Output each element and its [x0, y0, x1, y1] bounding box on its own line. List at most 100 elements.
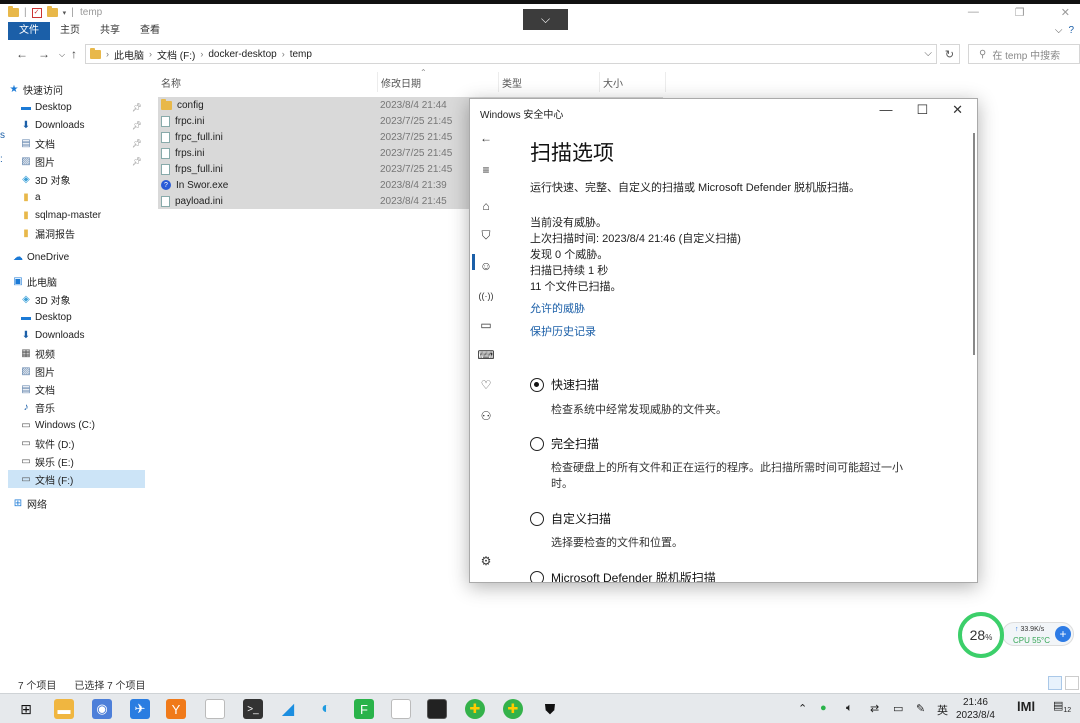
battery-icon[interactable]: ▭: [893, 702, 903, 715]
back-arrow-icon[interactable]: ←: [16, 47, 28, 61]
back-arrow-icon[interactable]: ←: [479, 131, 493, 145]
home-icon[interactable]: ⌂: [479, 199, 493, 213]
device-health-icon[interactable]: ♡: [479, 378, 493, 392]
forward-arrow-icon[interactable]: →: [38, 47, 50, 61]
file-explorer-icon[interactable]: ▬: [54, 699, 74, 719]
up-arrow-icon[interactable]: ↑: [71, 47, 77, 61]
nav-pc-item[interactable]: ⬇ Downloads: [8, 326, 145, 344]
app-bird-icon[interactable]: ✈: [130, 699, 150, 719]
column-header-date[interactable]: 修改日期: [378, 72, 499, 92]
column-header-type[interactable]: 类型: [499, 72, 600, 92]
tray-app-icon[interactable]: ●: [820, 702, 827, 714]
app-sail-icon[interactable]: ◢: [278, 699, 298, 719]
nav-pc-item[interactable]: ▤ 文档: [8, 380, 145, 398]
edge-browser-icon[interactable]: ◐: [316, 699, 336, 719]
breadcrumb-drive[interactable]: 文档 (F:): [157, 47, 195, 62]
app-compass-icon[interactable]: ◉: [92, 699, 112, 719]
new-folder-icon[interactable]: [46, 6, 58, 17]
system-monitor-widget[interactable]: ↑ 33.9K/s CPU 55°C + 28%: [958, 612, 1076, 658]
windows-start-icon[interactable]: ⊞: [16, 699, 36, 719]
account-icon[interactable]: ☺: [479, 259, 493, 273]
nav-pc-item[interactable]: ▨ 图片: [8, 362, 145, 380]
window-app-icon[interactable]: [427, 699, 447, 719]
nav-pc-item[interactable]: ▭ 娱乐 (E:): [8, 452, 145, 470]
terminal-icon[interactable]: >_: [243, 699, 263, 719]
full-scan-radio[interactable]: 完全扫描: [530, 435, 599, 452]
shield-icon[interactable]: ⛊: [540, 699, 560, 719]
pen-icon[interactable]: ✎: [916, 702, 925, 715]
nav-pc-item[interactable]: ▬ Desktop: [8, 308, 145, 326]
tab-share[interactable]: 共享: [90, 22, 130, 40]
column-header-name[interactable]: 名称: [158, 72, 378, 92]
notification-center-icon[interactable]: ▤12: [1053, 699, 1071, 714]
nav-quick-access[interactable]: ★ 快速访问: [8, 80, 145, 98]
app-m-icon[interactable]: lMl: [1017, 699, 1035, 714]
app-green-icon[interactable]: F: [354, 699, 374, 719]
address-bar[interactable]: › 此电脑 › 文档 (F:) › docker-desktop › temp …: [85, 44, 937, 64]
protection-history-link[interactable]: 保护历史记录: [530, 323, 596, 339]
nav-quick-item[interactable]: ▬ Desktop 📌︎: [8, 98, 145, 116]
nav-network[interactable]: ⊞ 网络: [8, 494, 145, 512]
search-input[interactable]: ⚲ 在 temp 中搜索: [968, 44, 1080, 64]
recent-dropdown-icon[interactable]: ⌵: [59, 50, 65, 60]
tab-view[interactable]: 查看: [130, 22, 170, 40]
refresh-button[interactable]: ↻: [940, 44, 960, 64]
settings-gear-icon[interactable]: ⚙: [479, 554, 493, 568]
details-view-icon[interactable]: [1048, 676, 1062, 690]
document-icon[interactable]: [391, 699, 411, 719]
nav-quick-item[interactable]: ⬇ Downloads 📌︎: [8, 116, 145, 134]
nav-quick-item[interactable]: ▮ 漏洞报告: [8, 224, 145, 242]
nav-onedrive[interactable]: ☁ OneDrive: [8, 248, 145, 266]
tab-file[interactable]: 文件: [8, 22, 50, 40]
app-y-icon[interactable]: Y: [166, 699, 186, 719]
ime-indicator[interactable]: 英: [937, 702, 948, 718]
nav-quick-item[interactable]: ◈ 3D 对象: [8, 170, 145, 188]
tray-expand-icon[interactable]: ⌃: [798, 702, 807, 715]
allowed-threats-link[interactable]: 允许的威胁: [530, 300, 585, 316]
maximize-icon[interactable]: ☐: [916, 102, 928, 118]
offline-scan-radio[interactable]: Microsoft Defender 脱机版扫描: [530, 569, 716, 582]
close-icon[interactable]: ✕: [1061, 6, 1070, 19]
tab-home[interactable]: 主页: [50, 22, 90, 40]
nav-quick-item[interactable]: ▮ a: [8, 188, 145, 206]
address-dropdown-icon[interactable]: ⌵: [924, 48, 932, 59]
device-security-icon[interactable]: ⌨: [477, 348, 494, 362]
minimize-icon[interactable]: —: [968, 6, 979, 19]
app-plus-icon[interactable]: ✚: [503, 699, 523, 719]
firewall-network-icon[interactable]: ((·)): [479, 289, 494, 303]
scrollbar-thumb[interactable]: [973, 133, 975, 355]
add-icon[interactable]: +: [1055, 626, 1071, 642]
quick-scan-radio[interactable]: 快速扫描: [530, 376, 599, 393]
nav-pc-item[interactable]: ▭ 软件 (D:): [8, 434, 145, 452]
help-icon[interactable]: ?: [1068, 25, 1074, 36]
properties-icon[interactable]: ✓: [31, 7, 42, 18]
app-browser-control-icon[interactable]: ▭: [479, 318, 493, 332]
nav-pc-item[interactable]: ◈ 3D 对象: [8, 290, 145, 308]
nav-this-pc[interactable]: ▣ 此电脑: [8, 272, 145, 290]
close-icon[interactable]: ✕: [952, 102, 963, 118]
app-plus-icon[interactable]: ✚: [465, 699, 485, 719]
nav-pc-item[interactable]: ♪ 音乐: [8, 398, 145, 416]
column-header-size[interactable]: 大小: [600, 72, 666, 92]
custom-scan-radio[interactable]: 自定义扫描: [530, 510, 611, 527]
breadcrumb-temp[interactable]: temp: [290, 49, 312, 60]
nav-quick-item[interactable]: ▮ sqlmap-master: [8, 206, 145, 224]
volume-muted-icon[interactable]: 🔈︎: [846, 702, 853, 715]
ribbon-chevron-icon[interactable]: ⌵: [1055, 25, 1063, 36]
nav-quick-item[interactable]: ▤ 文档 📌︎: [8, 134, 145, 152]
breadcrumb-this-pc[interactable]: 此电脑: [114, 47, 144, 62]
shield-icon[interactable]: ⛉: [479, 228, 493, 242]
notepad-icon[interactable]: [205, 699, 225, 719]
breadcrumb-docker-desktop[interactable]: docker-desktop: [208, 49, 276, 60]
nav-pc-item[interactable]: ▦ 视频: [8, 344, 145, 362]
clock[interactable]: 21:46 2023/8/4: [956, 696, 995, 722]
hamburger-menu-icon[interactable]: ≡: [479, 163, 493, 177]
nav-quick-item[interactable]: ▨ 图片 📌︎: [8, 152, 145, 170]
nav-pc-item[interactable]: ▭ 文档 (F:): [8, 470, 145, 488]
large-icons-view-icon[interactable]: [1065, 676, 1079, 690]
minimize-icon[interactable]: —: [879, 102, 892, 118]
network-icon[interactable]: ⇄: [870, 702, 879, 715]
nav-pc-item[interactable]: ▭ Windows (C:): [8, 416, 145, 434]
maximize-icon[interactable]: ❐: [1015, 6, 1025, 19]
family-options-icon[interactable]: ⚇: [479, 409, 493, 423]
